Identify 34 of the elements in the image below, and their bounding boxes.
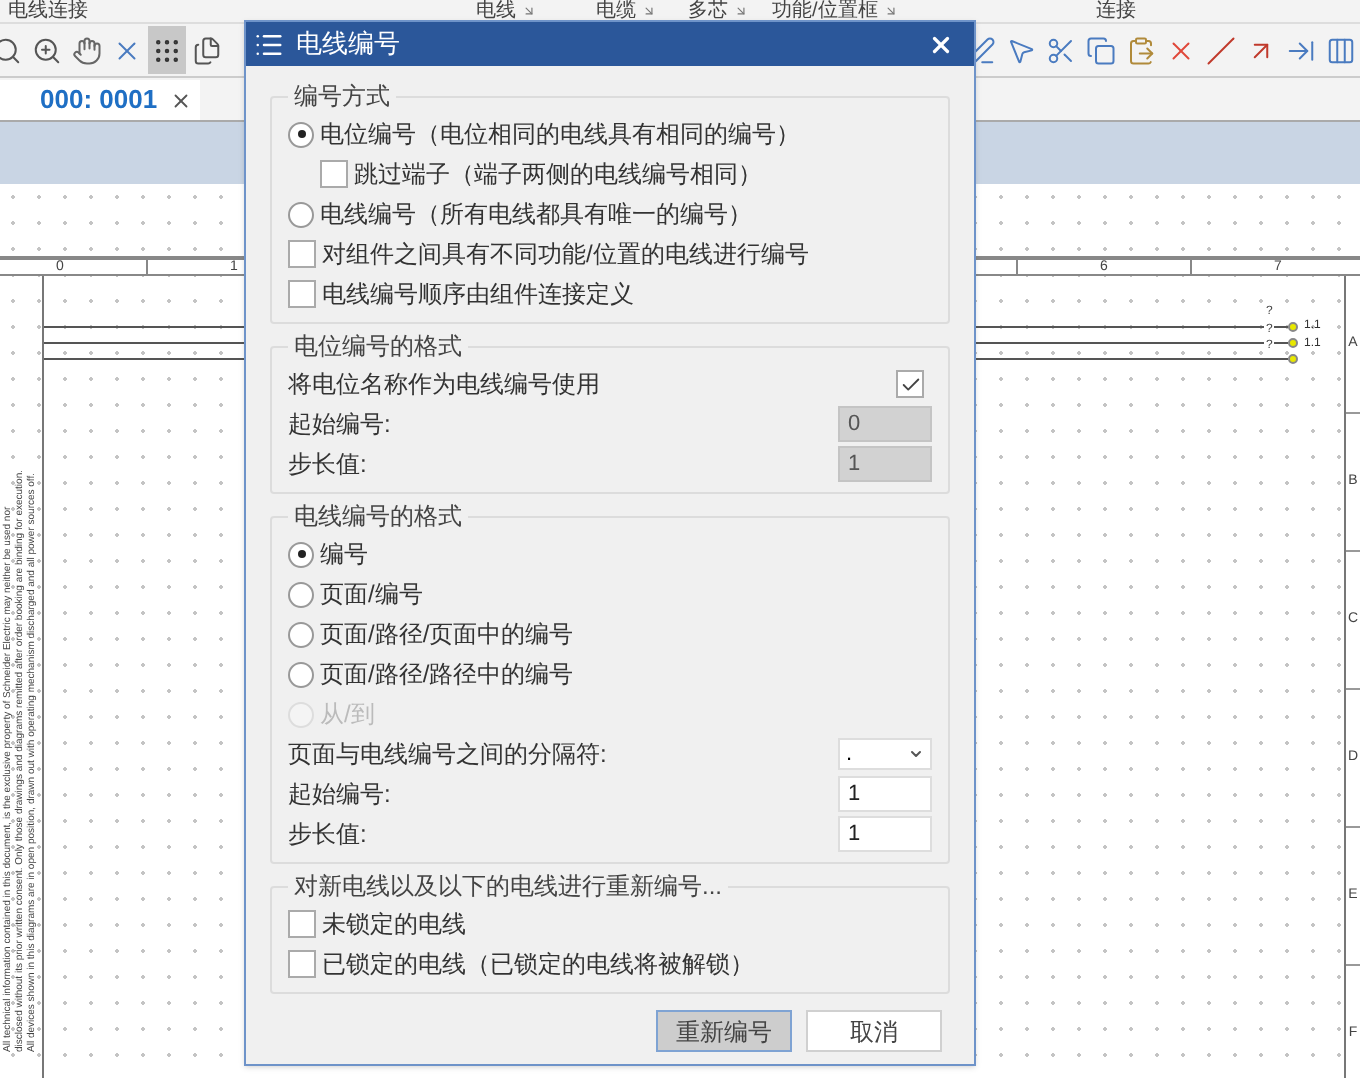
- ribbon-group-label: 电缆: [596, 0, 636, 22]
- ribbon-group-label: 多芯: [688, 0, 728, 22]
- option-label: 电线编号（所有电线都具有唯一的编号）: [320, 198, 752, 232]
- separator-dropdown[interactable]: .: [838, 738, 932, 770]
- number-field[interactable]: 1: [838, 776, 932, 812]
- dialog-title: 电线编号: [296, 26, 400, 63]
- field-label: 起始编号:: [288, 778, 391, 812]
- option-label: 对组件之间具有不同功能/位置的电线进行编号: [322, 238, 809, 272]
- option-label: 已锁定的电线（已锁定的电线将被解锁）: [322, 948, 754, 982]
- document-tab[interactable]: 000: 0001: [0, 80, 200, 120]
- ribbon-group-label: 电线: [476, 0, 516, 22]
- option-label: 未锁定的电线: [322, 908, 466, 942]
- group-title: 电位编号的格式: [292, 330, 464, 364]
- option-label: 编号: [320, 538, 368, 572]
- option-label: 页面/路径/路径中的编号: [320, 658, 574, 692]
- option-label: 电线编号顺序由组件连接定义: [322, 278, 634, 312]
- option-label: 将电位名称作为电线编号使用: [288, 368, 600, 402]
- group-title: 编号方式: [292, 80, 392, 114]
- ribbon-group-label: 连接: [1096, 0, 1136, 22]
- group-title: 对新电线以及以下的电线进行重新编号...: [292, 870, 725, 904]
- field-label: 起始编号:: [288, 408, 391, 442]
- number-field[interactable]: 1: [838, 816, 932, 852]
- ribbon-group-label: 电线连接: [8, 0, 88, 22]
- option-label: 页面/编号: [320, 578, 423, 612]
- ribbon-group-label: 功能/位置框: [772, 0, 878, 22]
- option-label: 页面/路径/页面中的编号: [320, 618, 574, 652]
- field-label: 步长值:: [288, 448, 367, 482]
- option-label: 电位编号（电位相同的电线具有相同的编号）: [320, 118, 800, 152]
- dialog-button[interactable]: 取消: [806, 1010, 942, 1052]
- group-title: 电线编号的格式: [292, 500, 464, 534]
- field-label: 步长值:: [288, 818, 367, 852]
- dialog-button[interactable]: 重新编号: [656, 1010, 792, 1052]
- option-label: 跳过端子（端子两侧的电线编号相同）: [354, 158, 762, 192]
- field-label: 页面与电线编号之间的分隔符:: [288, 738, 607, 772]
